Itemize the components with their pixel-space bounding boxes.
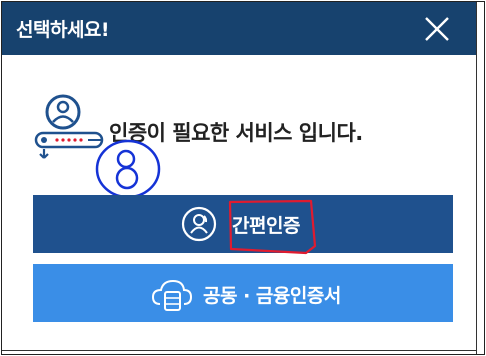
close-icon[interactable] <box>420 12 452 44</box>
user-circle-icon <box>181 206 217 242</box>
cloud-server-icon <box>151 279 193 311</box>
auth-select-dialog: 선택하세요! 인증이 필요한 서비스 입니다. 8 <box>1 1 485 355</box>
user-auth-icon <box>34 94 104 159</box>
joint-certificate-label: 공동 · 금융인증서 <box>203 285 341 307</box>
joint-certificate-button[interactable]: 공동 · 금융인증서 <box>33 264 453 322</box>
auth-required-message: 인증이 필요한 서비스 입니다. <box>109 121 363 145</box>
simple-auth-label: 간편인증 <box>232 215 300 237</box>
dialog-right-border <box>476 2 477 354</box>
dialog-title: 선택하세요! <box>16 19 110 41</box>
dialog-bottom-border <box>2 350 476 351</box>
simple-auth-button[interactable]: 간편인증 <box>33 195 453 253</box>
dialog-header: 선택하세요! <box>2 2 476 55</box>
